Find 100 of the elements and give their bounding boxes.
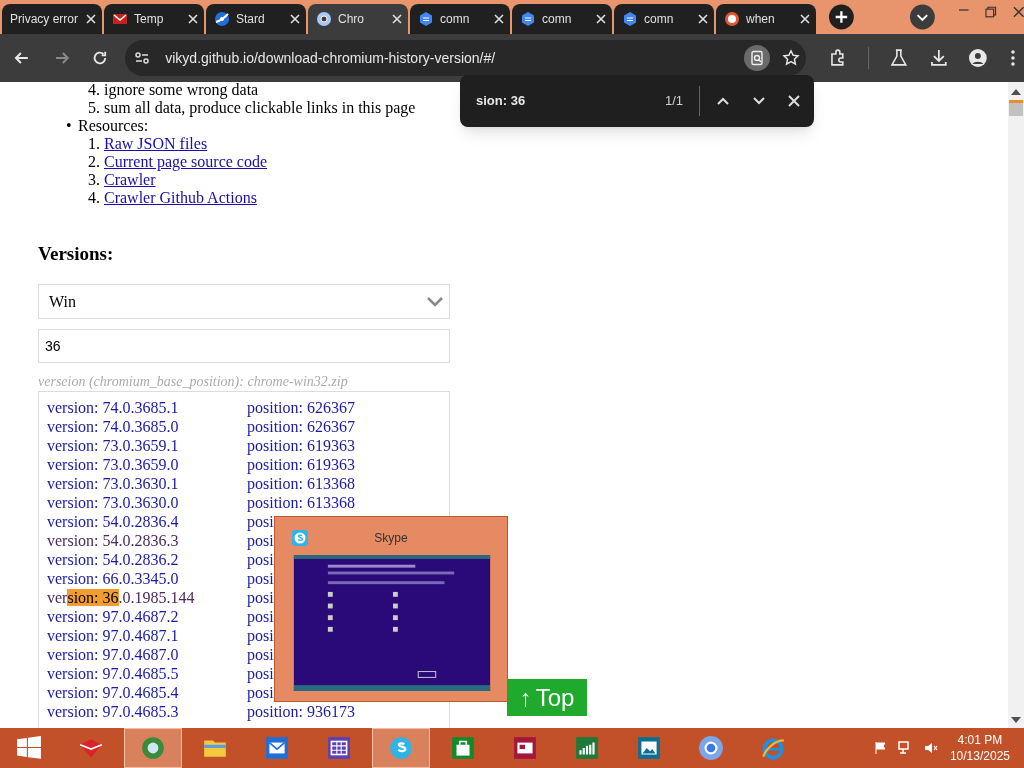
resource-link[interactable]: Raw JSON files — [104, 135, 208, 153]
version-link[interactable]: version: 97.0.4687.2 — [47, 607, 247, 626]
version-link[interactable]: version: 73.0.3630.1 — [47, 474, 247, 493]
close-tab-icon[interactable] — [188, 14, 198, 24]
scrollbar-thumb[interactable] — [1009, 100, 1023, 116]
position-link[interactable]: position: 619363 — [247, 436, 355, 455]
position-link[interactable]: position: 613368 — [247, 493, 355, 512]
version-link[interactable]: version: 74.0.3685.0 — [47, 417, 247, 436]
flask-icon[interactable] — [888, 48, 909, 68]
match-count: 1/1 — [664, 92, 683, 111]
hint-text: verseion (chromium_base_position): chrome-win32.zip — [38, 373, 349, 391]
list-item-text: Resources: — [78, 117, 149, 135]
browser-tab[interactable]: Privacy error — [2, 4, 102, 34]
position-link[interactable]: posi — [247, 607, 274, 626]
position-link[interactable]: position: 626367 — [247, 398, 355, 417]
close-window-icon[interactable] — [1012, 6, 1024, 18]
list-item-text: ignore some wrong data — [104, 82, 259, 99]
version-link[interactable]: version: 54.0.2836.3 — [47, 531, 247, 550]
resource-link[interactable]: Crawler Github Actions — [104, 189, 257, 207]
site-info-icon[interactable] — [133, 49, 152, 67]
close-tab-icon[interactable] — [698, 14, 708, 24]
position-link[interactable]: posi — [247, 683, 274, 702]
position-link[interactable]: posi — [247, 626, 274, 645]
version-link[interactable]: version: 66.0.3345.0 — [47, 569, 247, 588]
position-link[interactable]: posi — [247, 588, 274, 607]
previous-match-icon[interactable] — [716, 96, 730, 106]
browser-tab[interactable]: comn — [614, 4, 714, 34]
list-number: 5. — [87, 99, 100, 117]
version-link[interactable]: version: 54.0.2836.4 — [47, 512, 247, 531]
browser-tab[interactable]: Temp — [104, 4, 204, 34]
flag-icon[interactable] — [873, 741, 888, 755]
clock-date[interactable]: 10/13/2025 — [949, 748, 1010, 764]
position-link[interactable]: posi — [247, 645, 274, 664]
hexagon-icon — [520, 11, 536, 27]
chrome-icon — [698, 735, 724, 761]
browser-tab[interactable]: Stard — [206, 4, 306, 34]
version-link[interactable]: version: 97.0.4687.1 — [47, 626, 247, 645]
duck-icon — [724, 11, 740, 27]
mail-icon — [264, 735, 290, 761]
muted-speaker-icon[interactable] — [923, 741, 938, 755]
filter-field[interactable]: 36 — [38, 329, 450, 363]
photo-icon — [636, 735, 662, 761]
position-link[interactable]: posi — [247, 512, 274, 531]
next-match-icon[interactable] — [752, 96, 766, 106]
close-tab-icon[interactable] — [596, 14, 606, 24]
version-link[interactable]: version: 73.0.3659.1 — [47, 436, 247, 455]
new-tab-icon[interactable] — [828, 3, 855, 31]
version-link[interactable]: version: 97.0.4687.0 — [47, 645, 247, 664]
scroll-up-icon[interactable] — [1011, 88, 1021, 96]
find-in-page-button[interactable] — [744, 45, 771, 71]
version-link[interactable]: version: 54.0.2836.2 — [47, 550, 247, 569]
list-number: 4. — [87, 189, 100, 207]
version-link[interactable]: version: 73.0.3630.0 — [47, 493, 247, 512]
resource-link[interactable]: Current page source code — [104, 153, 268, 171]
position-link[interactable]: posi — [247, 664, 274, 683]
position-link[interactable]: position: 626367 — [247, 417, 355, 436]
taskbar-preview[interactable]: Skype — [274, 516, 508, 702]
tab-search-icon[interactable] — [908, 3, 936, 31]
resource-link[interactable]: Crawler — [104, 171, 156, 189]
platform-select[interactable]: Win — [38, 284, 450, 319]
restore-icon[interactable] — [985, 6, 997, 18]
bookmark-star-icon[interactable] — [782, 49, 801, 67]
close-tab-icon[interactable] — [392, 14, 402, 24]
close-tab-icon[interactable] — [800, 14, 810, 24]
version-link[interactable]: version: 97.0.4685.3 — [47, 702, 247, 721]
close-icon[interactable] — [788, 95, 800, 107]
close-tab-icon[interactable] — [494, 14, 504, 24]
address-bar[interactable]: vikyd.github.io/download-chromium-history-version/#/ — [125, 40, 807, 76]
browser-tab[interactable]: comn — [512, 4, 612, 34]
clock-time[interactable]: 4:01 PM — [957, 732, 1003, 748]
chart-icon — [574, 735, 600, 761]
position-link[interactable]: posi — [247, 531, 274, 550]
version-link[interactable]: version: 73.0.3659.0 — [47, 455, 247, 474]
list-number: 4. — [87, 82, 100, 99]
close-tab-icon[interactable] — [86, 14, 96, 24]
scroll-down-icon[interactable] — [1011, 716, 1021, 724]
calendar-icon — [326, 735, 352, 761]
version-link[interactable]: version: 74.0.3685.1 — [47, 398, 247, 417]
close-tab-icon[interactable] — [290, 14, 300, 24]
chevron-down-icon — [427, 296, 443, 307]
position-link[interactable]: position: 613368 — [247, 474, 355, 493]
find-query-text[interactable]: sion: 36 — [476, 91, 665, 111]
position-link[interactable]: posi — [247, 550, 274, 569]
newspaper-icon — [512, 735, 538, 761]
menu-icon[interactable] — [1010, 49, 1016, 67]
browser-tab[interactable]: comn — [410, 4, 510, 34]
version-link[interactable]: version: 97.0.4685.5 — [47, 664, 247, 683]
browser-tab[interactable]: Chro — [308, 4, 408, 34]
taskbar-button[interactable] — [124, 728, 182, 768]
position-link[interactable]: position: 619363 — [247, 455, 355, 474]
profile-icon[interactable] — [968, 48, 989, 68]
download-icon[interactable] — [928, 48, 949, 68]
position-link[interactable]: position: 936173 — [247, 702, 355, 721]
list-item-text: sum all data, produce clickable links in this page — [104, 99, 416, 117]
browser-tab[interactable]: when — [716, 4, 816, 34]
list-number: 2. — [87, 153, 100, 171]
version-link[interactable]: version: 36.0.1985.144 — [47, 588, 247, 607]
position-link[interactable]: posi — [247, 569, 274, 588]
shopping-bag-icon — [450, 735, 476, 761]
version-link[interactable]: version: 97.0.4685.4 — [47, 683, 247, 702]
